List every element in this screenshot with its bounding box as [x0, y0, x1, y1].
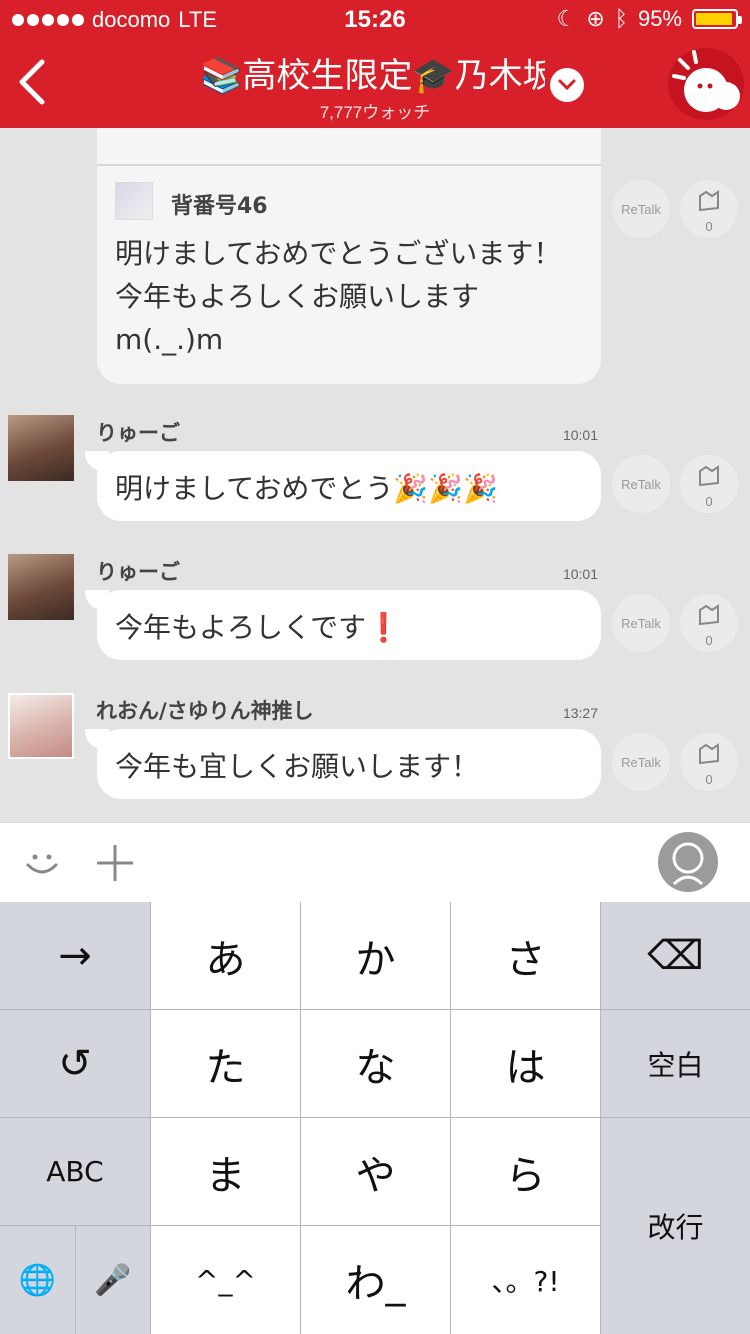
message-time: 10:01 [562, 427, 598, 443]
key-a[interactable]: あ [151, 902, 300, 1009]
nav-header: 📚高校生限定🎓乃木坂 7,777ウォッチ [0, 40, 750, 128]
battery-icon [692, 9, 742, 29]
profile-avatar[interactable] [658, 832, 718, 892]
chat-area[interactable]: 背番号46 明けましておめでとうございます！今年もよろしくお願いします m(._… [0, 128, 750, 822]
message-bubble[interactable]: 今年も宜しくお願いします！ [85, 729, 601, 799]
clap-count: 0 [705, 772, 713, 787]
key-punctuation[interactable]: 、。?! [451, 1226, 600, 1334]
key-ma[interactable]: ま [151, 1118, 300, 1225]
avatar[interactable] [8, 554, 74, 620]
key-ka[interactable]: か [301, 902, 450, 1009]
clap-button[interactable]: 0 [680, 180, 738, 238]
key-return[interactable]: 改行 [601, 1118, 750, 1334]
clap-count: 0 [705, 219, 713, 234]
emoji-icon[interactable] [18, 839, 66, 887]
sender-name: れおん/さゆりん神推し [96, 699, 314, 723]
key-undo[interactable]: ↺ [0, 1010, 150, 1117]
key-ha[interactable]: は [451, 1010, 600, 1117]
key-wa[interactable]: わ_ [301, 1226, 450, 1334]
sender-name: りゅーご [96, 421, 180, 445]
avatar[interactable] [115, 182, 153, 220]
message-row: りゅーご 10:01 今年もよろしくです❗ ReTalk 0 [0, 554, 750, 684]
clap-icon [699, 190, 719, 212]
sender-name: 背番号46 [171, 194, 268, 219]
plus-icon[interactable] [91, 839, 139, 887]
key-kaomoji[interactable]: ^_^ [151, 1226, 300, 1334]
key-ra[interactable]: ら [451, 1118, 600, 1225]
clap-count: 0 [705, 494, 713, 509]
key-na[interactable]: な [301, 1010, 450, 1117]
clap-count: 0 [705, 633, 713, 648]
key-next[interactable]: → [0, 902, 150, 1009]
clap-icon [699, 743, 719, 765]
avatar[interactable] [8, 693, 74, 759]
mic-key[interactable]: 🎤 [76, 1226, 150, 1334]
sender-name: りゅーご [96, 560, 180, 584]
globe-key[interactable]: 🌐 [0, 1226, 75, 1334]
retalk-button[interactable]: ReTalk [612, 594, 670, 652]
clap-icon [699, 465, 719, 487]
clap-button[interactable]: 0 [680, 733, 738, 791]
bluetooth-icon: ᛒ [614, 6, 628, 31]
message-bubble[interactable]: 今年もよろしくです❗ [85, 590, 601, 660]
message-row: れおん/さゆりん神推し 13:27 今年も宜しくお願いします！ ReTalk 0 [0, 693, 750, 822]
rotation-lock-icon: ⊕ [586, 6, 605, 31]
battery-percent: 95% [637, 6, 682, 31]
key-ya[interactable]: や [301, 1118, 450, 1225]
key-ta[interactable]: た [151, 1010, 300, 1117]
retalk-button[interactable]: ReTalk [612, 180, 670, 238]
battery-fill [696, 13, 733, 25]
message-card: 背番号46 明けましておめでとうございます！今年もよろしくお願いします m(._… [97, 128, 601, 384]
status-bar: docomo LTE 15:26 ☾ ⊕ ᛒ 95% [0, 0, 750, 40]
key-space[interactable]: 空白 [601, 1010, 750, 1117]
message-text: 明けましておめでとうございます！今年もよろしくお願いします m(._.)m [115, 237, 562, 356]
avatar[interactable] [8, 415, 74, 481]
watch-count: 7,777ウォッチ [319, 103, 431, 122]
key-delete[interactable]: ⌫ [601, 902, 750, 1009]
message-bubble[interactable]: 明けましておめでとう🎉🎉🎉 [85, 451, 601, 521]
room-title[interactable]: 📚高校生限定🎓乃木坂 [200, 48, 545, 96]
retalk-button[interactable]: ReTalk [612, 455, 670, 513]
status-right: ☾ ⊕ ᛒ 95% [556, 6, 742, 32]
clap-button[interactable]: 0 [680, 594, 738, 652]
key-abc[interactable]: ABC [0, 1118, 150, 1225]
retalk-button[interactable]: ReTalk [612, 733, 670, 791]
moon-icon: ☾ [556, 6, 577, 31]
chevron-down-icon[interactable] [550, 68, 584, 102]
input-bar [0, 822, 750, 902]
message-time: 13:27 [562, 705, 598, 721]
keyboard: → あ か さ ⌫ ↺ た な は 空白 ABC ま や ら 改行 🌐 🎤 ^_… [0, 902, 750, 1334]
message-time: 10:01 [562, 566, 598, 582]
card-divider [97, 164, 601, 166]
key-sa[interactable]: さ [451, 902, 600, 1009]
clap-button[interactable]: 0 [680, 455, 738, 513]
mascot-icon[interactable] [668, 48, 744, 120]
message-row: りゅーご 10:01 明けましておめでとう🎉🎉🎉 ReTalk 0 [0, 415, 750, 545]
clap-icon [699, 604, 719, 626]
